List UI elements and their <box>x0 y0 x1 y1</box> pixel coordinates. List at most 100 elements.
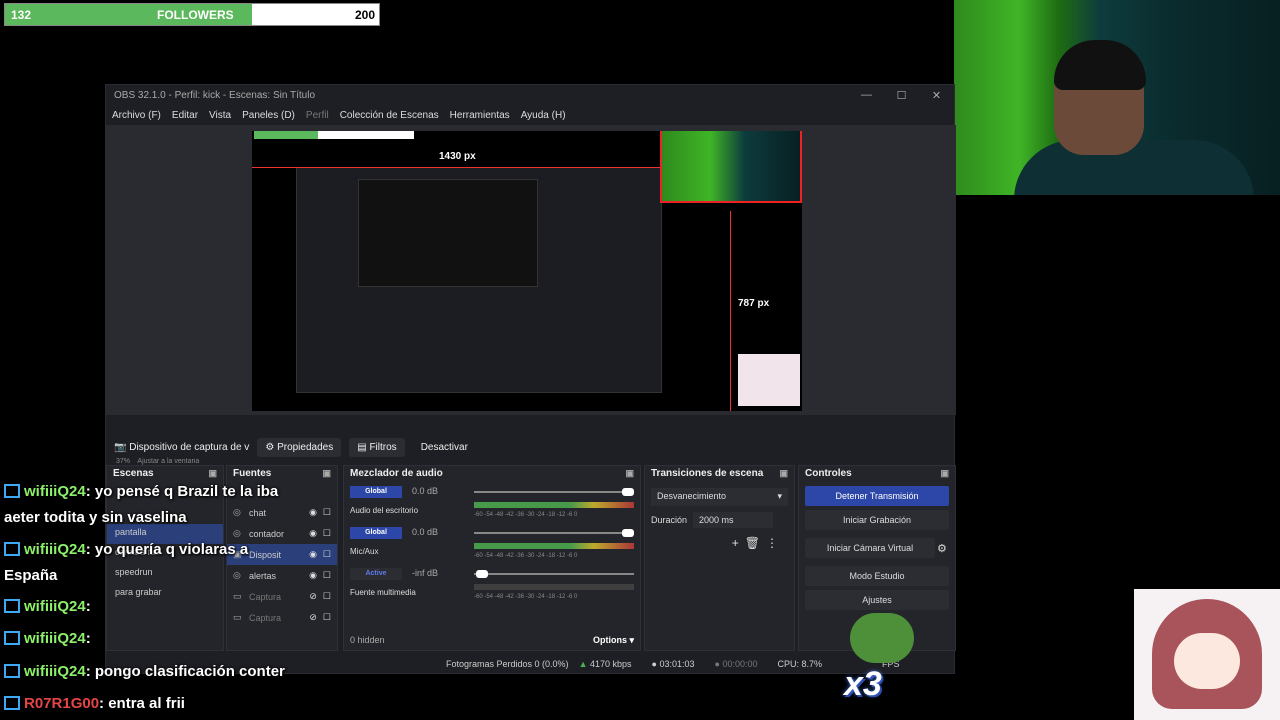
channel-name[interactable]: Mic/Aux <box>350 547 378 556</box>
scene-item[interactable]: speedrun <box>107 564 223 584</box>
channel-badge[interactable]: Active <box>350 568 402 580</box>
menu-profile[interactable]: Perfil <box>306 110 329 121</box>
menu-bar: Archivo (F) Editar Vista Paneles (D) Per… <box>106 105 954 125</box>
nested-followers-bar <box>254 131 414 139</box>
deactivate-button[interactable]: Desactivar <box>413 438 476 457</box>
eye-icon[interactable]: ◉ <box>309 507 317 518</box>
options-button[interactable]: Options ▾ <box>593 635 634 647</box>
followers-current: 132 <box>11 8 32 22</box>
more-icon[interactable]: ⋮ <box>766 536 784 550</box>
source-label: chat <box>249 507 267 518</box>
dock-popout-icon[interactable]: ▣ <box>322 468 331 480</box>
volume-knob[interactable] <box>621 488 634 496</box>
add-icon[interactable]: + <box>732 536 745 550</box>
chat-badge-icon <box>4 542 20 556</box>
channel-badge[interactable]: Global <box>350 486 402 498</box>
virtual-camera-button[interactable]: Iniciar Cámara Virtual <box>805 538 935 558</box>
sources-title: Fuentes <box>233 468 272 479</box>
title-bar: OBS 32.1.0 - Perfil: kick - Escenas: Sin… <box>106 85 954 105</box>
trash-icon[interactable]: 🗑 <box>745 536 766 550</box>
menu-tools[interactable]: Herramientas <box>450 110 510 121</box>
chat-text: : pongo clasificación conter <box>85 663 285 680</box>
dock-popout-icon[interactable]: ▣ <box>208 468 217 480</box>
properties-button[interactable]: ⚙ Propiedades <box>257 437 342 457</box>
nested-anime-image <box>738 354 800 406</box>
lock-icon[interactable]: ☐ <box>323 549 331 560</box>
chat-message: wifiiiQ24: pongo clasificación conter <box>4 663 285 680</box>
zoom-level[interactable]: 37% <box>116 458 130 465</box>
channel-name[interactable]: Audio del escritorio <box>350 506 418 515</box>
filters-label: Filtros <box>369 441 397 453</box>
stream-time: ● 03:01:03 <box>651 659 695 669</box>
transition-actions: +🗑⋮ <box>645 528 794 558</box>
chat-user: wifiiiQ24 <box>24 598 86 615</box>
width-guide-line <box>252 167 662 168</box>
stop-stream-button[interactable]: Detener Transmisión <box>805 486 949 506</box>
lock-icon[interactable]: ☐ <box>323 507 331 518</box>
duration-input[interactable]: 2000 ms <box>693 512 774 528</box>
zoom-fit[interactable]: Ajustar a la ventana <box>137 458 199 465</box>
menu-file[interactable]: Archivo (F) <box>112 110 161 121</box>
source-label: alertas <box>249 570 277 581</box>
dock-popout-icon[interactable]: ▣ <box>779 468 788 480</box>
eye-icon[interactable]: ◉ <box>309 528 317 539</box>
menu-docks[interactable]: Paneles (D) <box>242 110 295 121</box>
chat-badge-icon <box>4 631 20 645</box>
dock-popout-icon[interactable]: ▣ <box>940 468 949 480</box>
selected-camera-source[interactable] <box>660 131 802 203</box>
chat-badge-icon <box>4 664 20 678</box>
preview-canvas[interactable]: 1430 px 787 px <box>252 131 802 411</box>
menu-scene-collection[interactable]: Colección de Escenas <box>340 110 439 121</box>
settings-button[interactable]: Ajustes <box>805 590 949 610</box>
chat-text: aeter todita y sin vaselina <box>4 509 187 526</box>
maximize-icon[interactable]: ☐ <box>884 89 919 102</box>
source-toolbar: 📷 Dispositivo de captura de v ⚙ Propieda… <box>106 435 956 459</box>
close-icon[interactable]: ✕ <box>919 89 954 102</box>
source-item[interactable]: ▭ Captura ⊘ ☐ <box>227 607 337 628</box>
channel-badge[interactable]: Global <box>350 527 402 539</box>
volume-slider[interactable] <box>474 488 634 496</box>
source-label: Captura <box>249 612 282 623</box>
volume-slider[interactable] <box>474 529 634 537</box>
globe-icon: ◎ <box>233 570 241 580</box>
controls-title: Controles <box>805 468 852 479</box>
eye-hidden-icon[interactable]: ⊘ <box>309 612 317 623</box>
chat-user: wifiiiQ24 <box>24 663 86 680</box>
source-item[interactable]: ◎ alertas ◉ ☐ <box>227 565 337 586</box>
volume-knob[interactable] <box>476 570 488 578</box>
menu-help[interactable]: Ayuda (H) <box>521 110 566 121</box>
chat-user: wifiiiQ24 <box>24 630 86 647</box>
volume-slider[interactable] <box>474 570 634 578</box>
multiplier-label: x3 <box>844 665 882 703</box>
eye-hidden-icon[interactable]: ⊘ <box>309 591 317 602</box>
gear-icon[interactable]: ⚙ <box>937 542 955 555</box>
minimize-icon[interactable]: — <box>849 89 884 102</box>
preview-area[interactable]: 1430 px 787 px 37% Ajustar a la ventana <box>106 125 956 465</box>
volume-knob[interactable] <box>621 529 634 537</box>
rec-time-value: 00:00:00 <box>722 659 758 669</box>
lock-icon[interactable]: ☐ <box>323 570 331 581</box>
options-label: Options <box>592 635 627 645</box>
lock-icon[interactable]: ☐ <box>323 591 331 602</box>
pepe-sticker: x3 <box>842 613 922 708</box>
eye-icon[interactable]: ◉ <box>309 549 317 560</box>
chat-message: wifiiiQ24: yo quería q violaras a <box>4 541 248 558</box>
menu-edit[interactable]: Editar <box>172 110 198 121</box>
lock-icon[interactable]: ☐ <box>323 528 331 539</box>
window-title: OBS 32.1.0 - Perfil: kick - Escenas: Sin… <box>114 89 316 101</box>
scene-item[interactable]: para grabar <box>107 584 223 604</box>
source-item[interactable]: ◎ chat ◉ ☐ <box>227 502 337 523</box>
filters-button[interactable]: ▤ Filtros <box>349 437 405 457</box>
start-recording-button[interactable]: Iniciar Grabación <box>805 510 949 530</box>
nested-obs-window-inner <box>358 179 538 287</box>
eye-icon[interactable]: ◉ <box>309 570 317 581</box>
menu-view[interactable]: Vista <box>209 110 231 121</box>
mixer-footer: 0 hidden Options ▾ <box>344 632 640 650</box>
source-item[interactable]: ▭ Captura ⊘ ☐ <box>227 586 337 607</box>
lock-icon[interactable]: ☐ <box>323 612 331 623</box>
studio-mode-button[interactable]: Modo Estudio <box>805 566 949 586</box>
channel-name[interactable]: Fuente multimedia <box>350 588 416 597</box>
transition-select[interactable]: Desvanecimiento ▾ <box>651 488 788 506</box>
webcam-feed <box>954 0 1280 195</box>
dock-popout-icon[interactable]: ▣ <box>625 468 634 480</box>
